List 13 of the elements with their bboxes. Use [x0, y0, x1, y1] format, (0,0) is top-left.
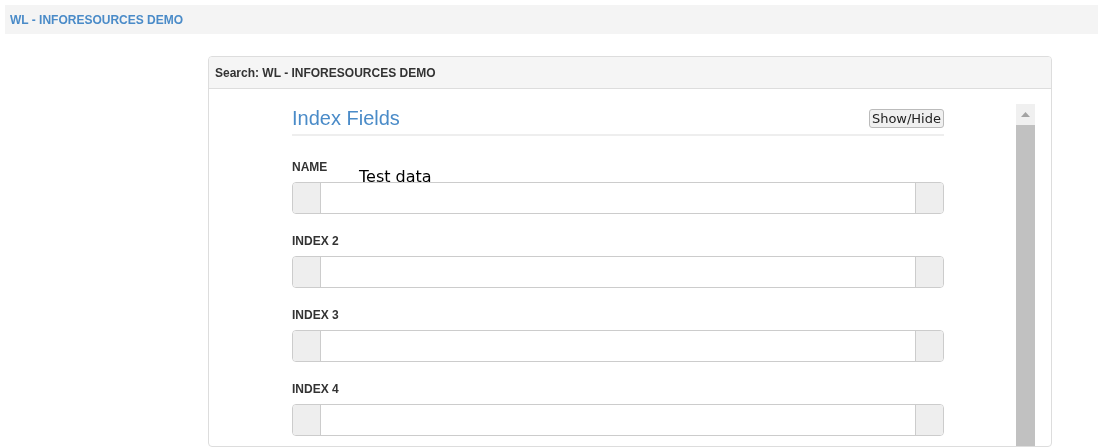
scroll-up-icon[interactable] [1021, 112, 1030, 117]
input-field[interactable] [292, 256, 944, 288]
panel-title: Search: WL - INFORESOURCES DEMO [215, 65, 436, 80]
field-label: INDEX 4 [292, 382, 340, 396]
field-label: INDEX 2 [292, 234, 340, 248]
input-field[interactable] [292, 182, 944, 214]
section-title: Index Fields [292, 106, 400, 130]
input-field[interactable] [292, 404, 944, 436]
annotation-text: Test data [359, 167, 432, 186]
field-label: NAME [292, 160, 329, 174]
show-hide-button[interactable]: Show/Hide [868, 108, 944, 128]
field-label: INDEX 3 [292, 308, 340, 322]
input-field[interactable] [292, 330, 944, 362]
